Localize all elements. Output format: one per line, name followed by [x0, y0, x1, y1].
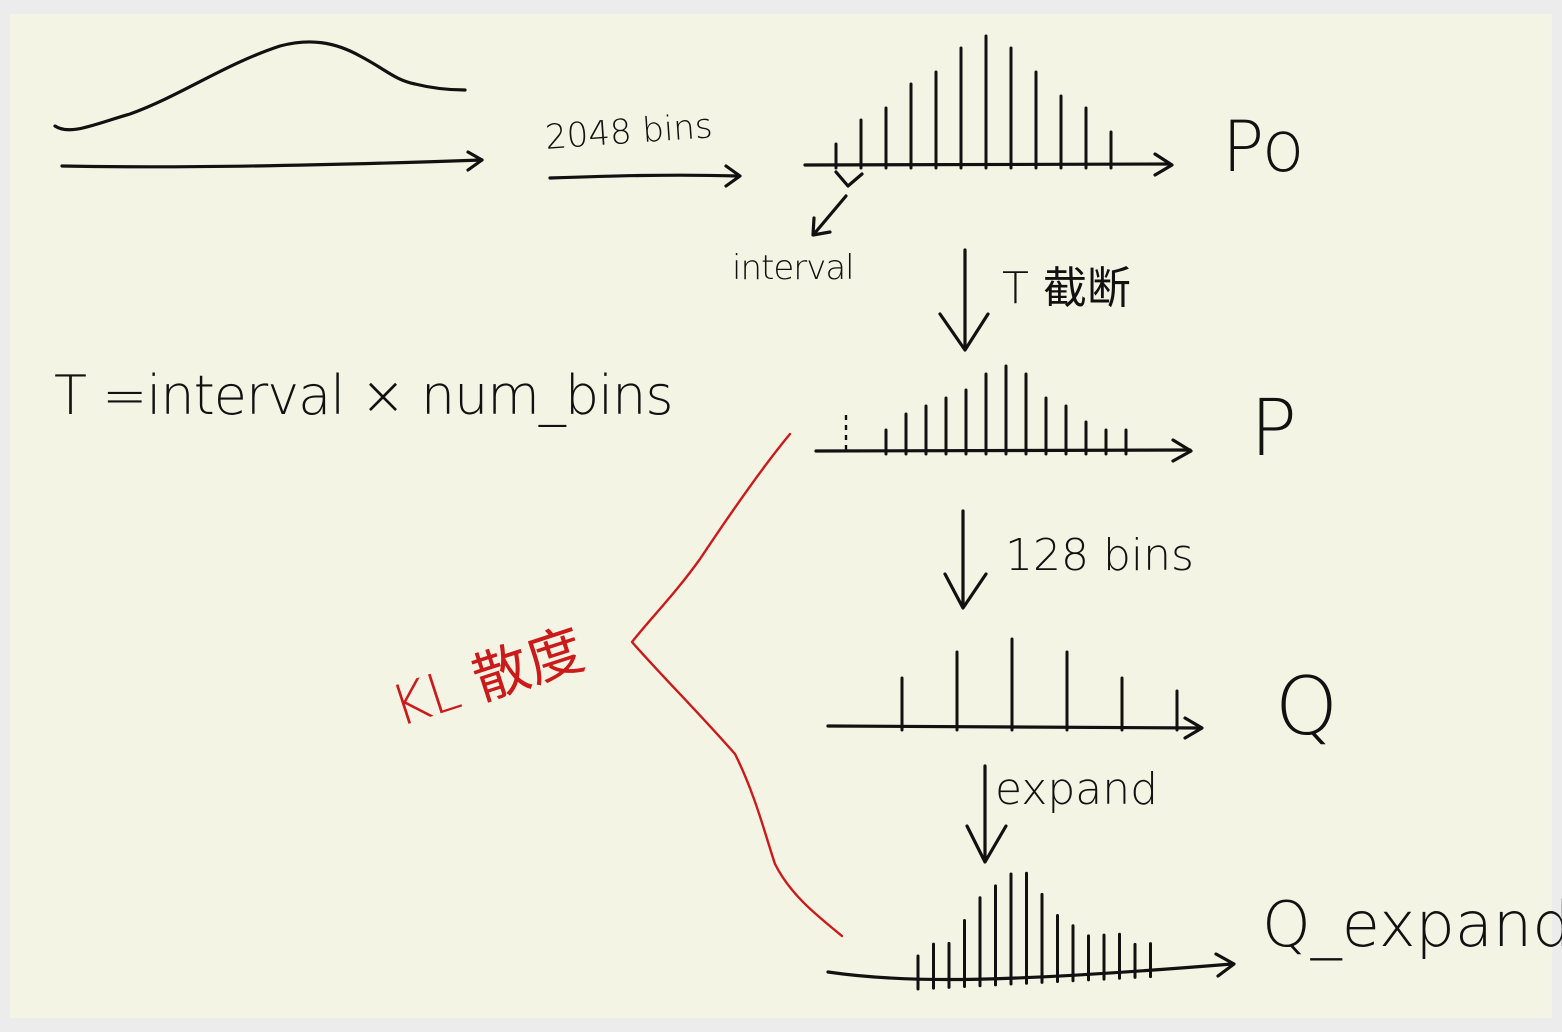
- truncate-label: T 截断: [1002, 263, 1131, 314]
- bins-2048-arrow: [548, 173, 740, 180]
- histogram-q-expand-axis: [826, 962, 1234, 982]
- q-label: Q: [1275, 660, 1338, 753]
- interval-label: interval: [732, 248, 855, 288]
- interval-brace: [834, 170, 864, 188]
- histogram-p-axis: [814, 448, 1192, 453]
- expand-label: expand: [995, 764, 1159, 815]
- notebook-page: 2048 bins interval Po T 截断 T =interval ×…: [10, 14, 1562, 1018]
- distribution-curve: [53, 40, 467, 132]
- interval-pointer-arrow: [812, 194, 848, 236]
- histogram-q-axis: [826, 724, 1202, 730]
- p-label: P: [1250, 384, 1298, 474]
- histogram-p0: [834, 34, 1113, 170]
- distribution-axis: [60, 158, 484, 169]
- kl-bracket: [630, 432, 844, 938]
- diagram-canvas: [53, 34, 1236, 991]
- bins-128-label: 128 bins: [1005, 530, 1194, 581]
- bins-128-arrowhead: [943, 572, 988, 610]
- histogram-q: [900, 637, 1179, 732]
- formula-label: T =interval × num_bins: [54, 364, 674, 427]
- p0-label: Po: [1222, 106, 1305, 188]
- q-expand-label: Q_expand: [1262, 888, 1562, 961]
- histogram-p: [884, 364, 1128, 456]
